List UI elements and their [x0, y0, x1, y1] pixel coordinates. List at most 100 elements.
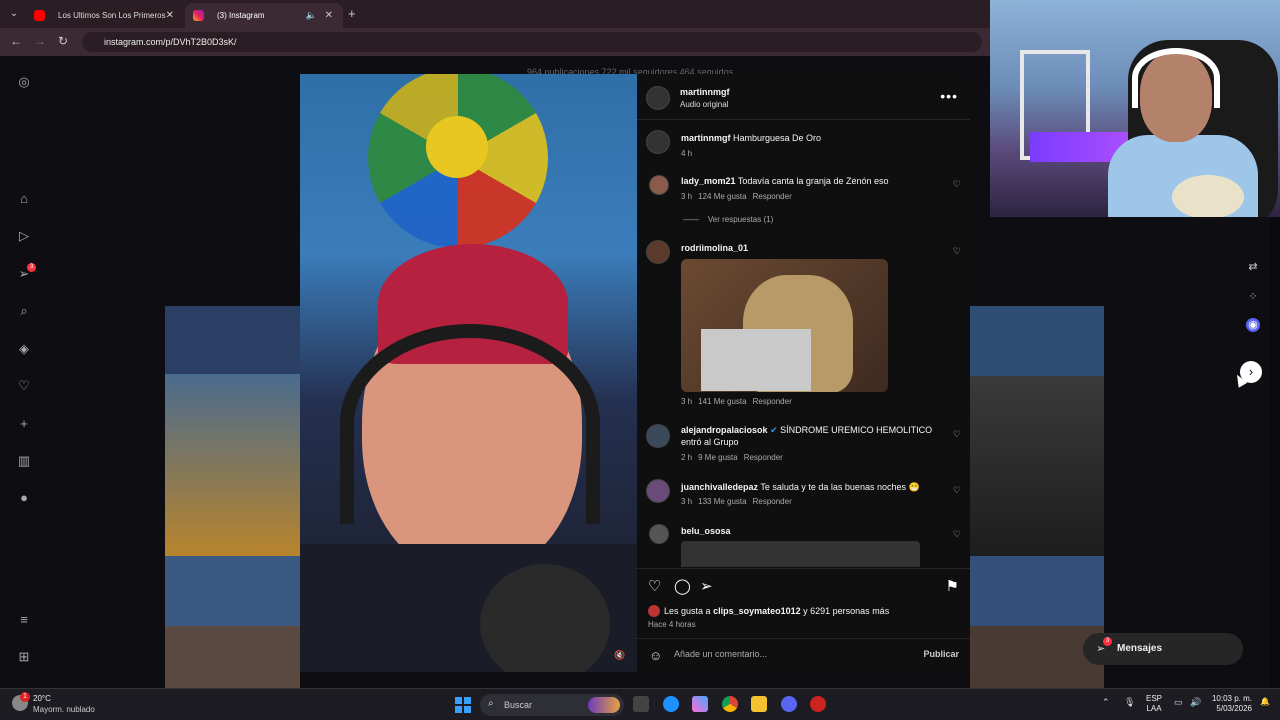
comment-likes[interactable]: 141 Me gusta: [698, 397, 746, 406]
avatar[interactable]: [646, 240, 670, 264]
reels-icon[interactable]: ▷: [16, 228, 32, 244]
comment-meta: 3 h 141 Me gusta Responder: [681, 397, 798, 406]
comment-likes[interactable]: 9 Me gusta: [698, 453, 738, 462]
grid-post-tile[interactable]: [970, 556, 1104, 626]
comment-icon[interactable]: ◯: [674, 577, 691, 595]
comment-likes[interactable]: 124 Me gusta: [698, 192, 746, 201]
like-comment-icon[interactable]: ♡: [953, 429, 961, 440]
more-options-icon[interactable]: •••: [940, 88, 958, 104]
discord-taskbar-icon[interactable]: [781, 696, 797, 712]
menu-icon[interactable]: ≡: [16, 612, 32, 628]
comment-input[interactable]: Añade un comentario...: [674, 649, 767, 659]
extensions-icon[interactable]: ⁘: [1246, 290, 1260, 304]
tab-search-icon[interactable]: ⌄: [6, 6, 22, 22]
share-icon[interactable]: ➢: [700, 577, 713, 595]
like-comment-icon[interactable]: ♡: [953, 179, 961, 190]
new-tab-button[interactable]: +: [348, 6, 356, 21]
taskbar-search[interactable]: ⌕ Buscar: [480, 694, 624, 716]
avatar[interactable]: [646, 479, 670, 503]
explore-icon[interactable]: ◈: [16, 341, 32, 357]
comment-item: alejandropalaciosok ✔ SÍNDROME UREMICO H…: [681, 424, 951, 448]
comment-likes[interactable]: 133 Me gusta: [698, 497, 746, 506]
close-tab-icon[interactable]: ✕: [166, 3, 174, 28]
likes-suffix[interactable]: y 6291 personas más: [803, 606, 889, 616]
view-replies[interactable]: —— Ver respuestas (1): [683, 215, 773, 224]
comment-gif[interactable]: [681, 541, 920, 567]
avatar[interactable]: [649, 175, 669, 195]
grid-post-tile[interactable]: [970, 626, 1104, 688]
notifications-icon[interactable]: 🔔: [1260, 697, 1270, 706]
avatar[interactable]: [646, 424, 670, 448]
reply-button[interactable]: Responder: [753, 397, 792, 406]
mute-icon[interactable]: 🔇: [614, 650, 625, 661]
comment-user[interactable]: juanchivalledepaz: [681, 482, 758, 492]
audio-label[interactable]: Audio original: [680, 100, 728, 109]
file-explorer-icon[interactable]: [751, 696, 767, 712]
comment-user[interactable]: rodriimolina_01: [681, 243, 748, 253]
create-icon[interactable]: +: [16, 416, 32, 432]
discord-icon[interactable]: ◉: [1246, 318, 1260, 332]
like-comment-icon[interactable]: ♡: [953, 246, 961, 257]
comment-gif[interactable]: [681, 259, 888, 392]
tab-youtube[interactable]: Los Ultimos Son Los Primeros · ✕: [26, 3, 184, 28]
grid-post-tile[interactable]: [165, 306, 300, 374]
emoji-icon[interactable]: ☺: [649, 648, 662, 663]
reply-button[interactable]: Responder: [753, 497, 792, 506]
profile-icon[interactable]: ●: [16, 490, 32, 506]
search-icon[interactable]: ⌕: [16, 303, 32, 319]
clock-time: 10:03 p. m.: [1211, 694, 1252, 703]
speaker-icon[interactable]: 🔈: [306, 3, 317, 28]
instagram-icon: [193, 10, 204, 21]
weather-temp[interactable]: 20°C: [33, 694, 51, 703]
like-comment-icon[interactable]: ♡: [953, 529, 961, 540]
comment-user[interactable]: belu_ososa: [681, 526, 731, 536]
comment-user[interactable]: lady_mom21: [681, 176, 736, 186]
copilot-icon[interactable]: [692, 696, 708, 712]
forward-icon[interactable]: →: [34, 34, 46, 48]
reload-icon[interactable]: ↻: [58, 34, 68, 48]
comment-user[interactable]: alejandropalaciosok: [681, 425, 768, 435]
volume-icon[interactable]: 🔊: [1190, 697, 1201, 708]
edge-icon[interactable]: [663, 696, 679, 712]
messages-count: 3: [1103, 637, 1112, 646]
post-username[interactable]: martinnmgf: [680, 87, 730, 97]
close-tab-icon[interactable]: ✕: [325, 3, 333, 28]
save-icon[interactable]: ⚑: [946, 577, 959, 595]
language-indicator[interactable]: ESP LAA: [1146, 694, 1162, 714]
like-icon[interactable]: ♡: [648, 577, 661, 595]
avatar[interactable]: [646, 86, 670, 110]
instagram-logo-icon[interactable]: ◎: [16, 74, 32, 90]
chrome-icon[interactable]: [722, 696, 738, 712]
grid-post-tile[interactable]: [165, 626, 300, 688]
publish-button[interactable]: Publicar: [923, 649, 959, 659]
grid-post-tile[interactable]: [970, 306, 1104, 376]
caption-user[interactable]: martinnmgf: [681, 133, 731, 143]
task-view-icon[interactable]: [633, 696, 649, 712]
back-icon[interactable]: ←: [10, 34, 22, 48]
tab-instagram[interactable]: (3) Instagram 🔈 ✕: [185, 3, 343, 28]
grid-post-tile[interactable]: [165, 556, 300, 626]
translate-icon[interactable]: ⇄: [1246, 260, 1260, 274]
messages-button[interactable]: ➢ 3 Mensajes: [1083, 633, 1243, 665]
app-icon[interactable]: [810, 696, 826, 712]
reel-video[interactable]: 🔇: [300, 74, 637, 672]
reply-button[interactable]: Responder: [744, 453, 783, 462]
windows-start-icon[interactable]: [455, 697, 471, 713]
clock[interactable]: 10:03 p. m. 5/03/2026: [1208, 694, 1252, 714]
network-icon[interactable]: ▭: [1174, 697, 1183, 708]
like-comment-icon[interactable]: ♡: [953, 485, 961, 496]
avatar[interactable]: [646, 130, 670, 154]
more-apps-icon[interactable]: ⊞: [16, 649, 32, 665]
weather-desc[interactable]: Mayorm. nublado: [33, 705, 95, 714]
heart-icon[interactable]: ♡: [16, 378, 32, 394]
url-field[interactable]: instagram.com/p/DVhT2B0D3sK/: [82, 32, 982, 52]
grid-post-tile[interactable]: [970, 376, 1104, 556]
avatar[interactable]: [649, 524, 669, 544]
grid-post-tile[interactable]: [165, 374, 300, 556]
likes-user[interactable]: clips_soymateo1012: [713, 606, 801, 616]
dashboard-icon[interactable]: ▥: [16, 453, 32, 469]
microphone-icon[interactable]: 🎙: [1124, 697, 1135, 708]
tray-expand-icon[interactable]: ⌃: [1102, 697, 1110, 708]
reply-button[interactable]: Responder: [753, 192, 792, 201]
home-icon[interactable]: ⌂: [16, 191, 32, 207]
